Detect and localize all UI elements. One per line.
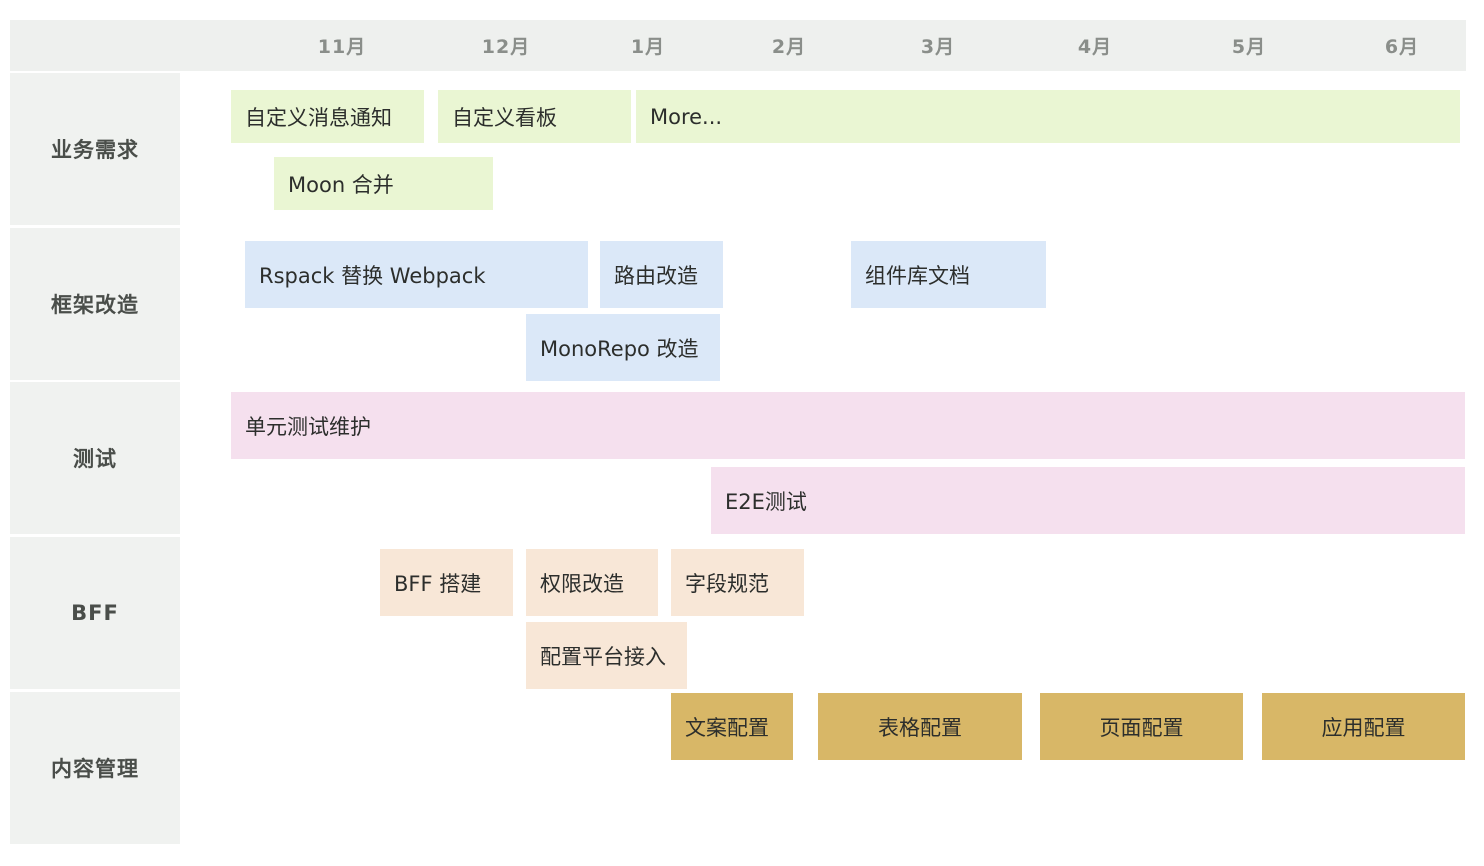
task-bar-content-4[interactable]: 应用配置 [1262,693,1465,760]
task-label: Rspack 替换 Webpack [259,263,486,288]
lane-label-testing: 测试 [10,382,180,534]
month-label-feb: 2月 [771,36,807,58]
lane-label-framework: 框架改造 [10,228,180,380]
task-bar-framework-2[interactable]: 路由改造 [600,241,723,308]
lane-label-text: 业务需求 [51,138,139,162]
task-label: 自定义看板 [452,105,557,130]
task-label: 字段规范 [685,571,769,596]
month-label-dec: 12月 [481,36,531,58]
task-bar-business-4[interactable]: Moon 合并 [274,157,493,210]
task-label: 配置平台接入 [540,644,666,669]
task-label: BFF 搭建 [394,571,482,596]
task-label: MonoRepo 改造 [540,336,699,361]
task-label: 单元测试维护 [245,414,371,439]
task-label: 权限改造 [540,571,624,596]
month-label-jun: 6月 [1384,36,1420,58]
task-label: E2E测试 [725,489,807,514]
task-label: More... [650,104,723,129]
task-bar-bff-4[interactable]: 配置平台接入 [526,622,687,689]
month-label-nov: 11月 [317,36,367,58]
task-bar-bff-2[interactable]: 权限改造 [526,549,658,616]
task-label: 文案配置 [685,715,769,740]
task-label: 自定义消息通知 [245,105,392,130]
task-bar-bff-3[interactable]: 字段规范 [671,549,804,616]
task-bar-content-1[interactable]: 文案配置 [671,693,793,760]
lane-label-bff: BFF [10,537,180,689]
task-label: 路由改造 [614,263,698,288]
task-bar-framework-1[interactable]: Rspack 替换 Webpack [245,241,588,308]
task-bar-business-2[interactable]: 自定义看板 [438,90,631,143]
task-label: 表格配置 [878,715,962,740]
task-bar-bff-1[interactable]: BFF 搭建 [380,549,513,616]
task-label: 页面配置 [1099,715,1184,740]
task-bar-content-2[interactable]: 表格配置 [818,693,1022,760]
roadmap-timeline: 11月 12月 1月 2月 3月 4月 5月 6月业务需求 自定义消息通知 自定义看板 More..… [0,0,1484,866]
task-bar-business-1[interactable]: 自定义消息通知 [231,90,424,143]
task-bar-framework-3[interactable]: 组件库文档 [851,241,1046,308]
task-bar-content-3[interactable]: 页面配置 [1040,693,1243,760]
task-bar-framework-4[interactable]: MonoRepo 改造 [526,314,720,381]
task-bar-business-3[interactable]: More... [636,90,1460,143]
task-bar-testing-2[interactable]: E2E测试 [711,467,1465,534]
task-label: 应用配置 [1321,715,1406,740]
lane-label-text: BFF [71,601,119,625]
lane-label-text: 内容管理 [51,757,139,781]
task-bar-testing-1[interactable]: 单元测试维护 [231,392,1465,459]
task-label: Moon 合并 [288,172,394,197]
lane-label-content: 内容管理 [10,692,180,844]
task-label: 组件库文档 [865,263,970,288]
lane-label-text: 测试 [73,447,117,471]
month-label-may: 5月 [1231,36,1267,58]
month-label-apr: 4月 [1077,36,1113,58]
lane-label-business: 业务需求 [10,73,180,225]
lane-label-text: 框架改造 [51,293,139,317]
month-label-mar: 3月 [920,36,956,58]
month-label-jan: 1月 [630,36,666,58]
